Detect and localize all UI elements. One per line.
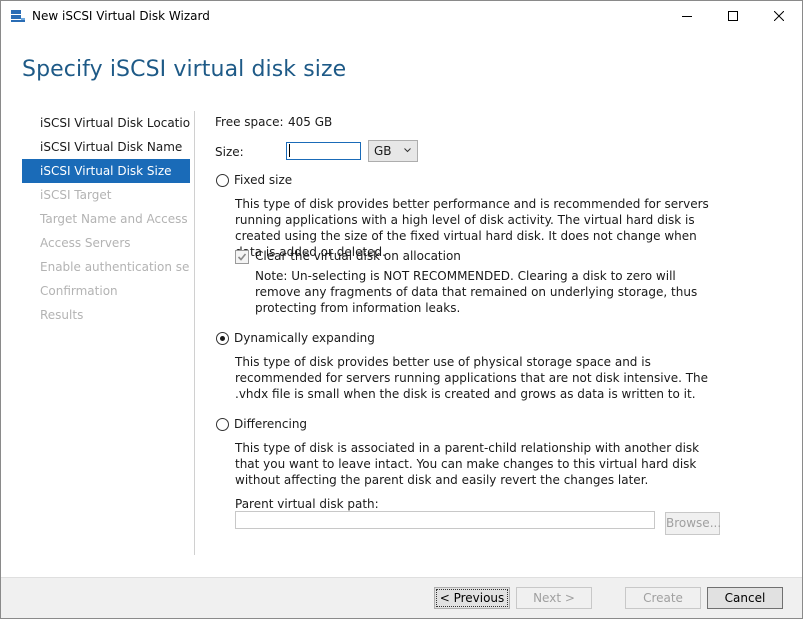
dynamically-expanding-label[interactable]: Dynamically expanding bbox=[234, 331, 375, 345]
free-space-label: Free space: bbox=[215, 115, 284, 129]
wizard-window: New iSCSI Virtual Disk Wizard Specify iS… bbox=[0, 0, 803, 619]
close-icon bbox=[774, 11, 784, 21]
text-caret bbox=[289, 144, 290, 157]
close-button[interactable] bbox=[756, 1, 802, 31]
step-disk-location[interactable]: iSCSI Virtual Disk Location bbox=[22, 111, 190, 135]
step-confirmation: Confirmation bbox=[40, 284, 118, 298]
unit-select-value: GB bbox=[374, 144, 392, 158]
step-enable-authentication: Enable authentication ser... bbox=[40, 260, 190, 274]
differencing-radio[interactable] bbox=[216, 418, 229, 431]
dynamically-expanding-radio[interactable] bbox=[216, 332, 229, 345]
step-disk-size[interactable]: iSCSI Virtual Disk Size bbox=[22, 159, 190, 183]
step-access-servers: Access Servers bbox=[40, 236, 131, 250]
radio-selected-dot bbox=[220, 336, 225, 341]
fixed-size-radio[interactable] bbox=[216, 174, 229, 187]
unit-select[interactable]: GB bbox=[368, 140, 418, 162]
parent-path-label: Parent virtual disk path: bbox=[235, 497, 379, 511]
step-disk-name[interactable]: iSCSI Virtual Disk Name bbox=[22, 135, 190, 159]
maximize-button[interactable] bbox=[710, 1, 756, 31]
page-title: Specify iSCSI virtual disk size bbox=[22, 57, 347, 82]
next-button[interactable]: Next > bbox=[516, 587, 592, 609]
differencing-label[interactable]: Differencing bbox=[234, 417, 307, 431]
clear-on-allocation-checkbox[interactable] bbox=[235, 250, 249, 264]
minimize-icon bbox=[682, 16, 692, 17]
free-space-value: 405 GB bbox=[288, 115, 333, 129]
title-bar[interactable]: New iSCSI Virtual Disk Wizard bbox=[1, 1, 802, 31]
create-button[interactable]: Create bbox=[625, 587, 701, 609]
checkmark-icon bbox=[237, 253, 247, 261]
wizard-steps: iSCSI Virtual Disk Location iSCSI Virtua… bbox=[22, 111, 190, 327]
clear-on-allocation-label[interactable]: Clear the virtual disk on allocation bbox=[255, 249, 461, 263]
size-label: Size: bbox=[215, 145, 244, 159]
iscsi-disk-icon bbox=[10, 9, 26, 23]
step-target-name-access: Target Name and Access bbox=[40, 212, 188, 226]
minimize-button[interactable] bbox=[664, 1, 710, 31]
dynamically-expanding-description: This type of disk provides better use of… bbox=[235, 355, 709, 401]
cancel-button[interactable]: Cancel bbox=[707, 587, 783, 609]
window-title: New iSCSI Virtual Disk Wizard bbox=[32, 9, 210, 23]
differencing-description: This type of disk is associated in a par… bbox=[235, 441, 700, 487]
previous-button[interactable]: < Previous bbox=[434, 587, 510, 609]
maximize-icon bbox=[728, 11, 738, 21]
browse-button[interactable]: Browse... bbox=[665, 512, 721, 535]
fixed-size-label[interactable]: Fixed size bbox=[234, 173, 292, 187]
step-results: Results bbox=[40, 308, 84, 322]
size-input[interactable] bbox=[286, 142, 361, 160]
clear-warning-note: Note: Un-selecting is NOT RECOMMENDED. C… bbox=[255, 269, 698, 315]
footer-bar: < Previous Next > Create Cancel bbox=[1, 578, 802, 618]
steps-divider bbox=[194, 111, 195, 555]
parent-path-input[interactable] bbox=[235, 511, 655, 529]
step-iscsi-target: iSCSI Target bbox=[40, 188, 112, 202]
chevron-down-icon bbox=[404, 148, 411, 153]
